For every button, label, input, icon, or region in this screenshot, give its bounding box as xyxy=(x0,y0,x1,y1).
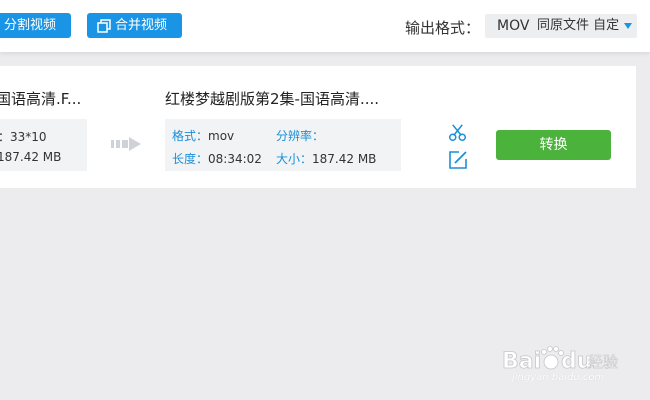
watermark-url: jingyan.baidu.com xyxy=(512,372,605,383)
convert-button[interactable]: 转换 xyxy=(496,130,611,160)
arrow-right-icon xyxy=(111,137,141,151)
output-info-box: 格式：mov 分辨率： 长度：08:34:02 大小：187.42 MB xyxy=(165,119,401,171)
output-format-key: 格式： xyxy=(172,129,209,143)
output-resolution-key: 分辨率： xyxy=(276,129,325,143)
source-resolution-value: 33*10 xyxy=(10,130,47,144)
output-duration-value: 08:34:02 xyxy=(208,152,262,166)
output-format-label: 输出格式： xyxy=(405,19,481,37)
watermark-jingyan-text: 经验 xyxy=(588,353,618,371)
source-size: 187.42 MB xyxy=(0,150,61,164)
watermark-bai-text: Bai xyxy=(502,349,541,374)
source-info-box: ：33*10 187.42 MB xyxy=(0,119,87,171)
output-size-key: 大小： xyxy=(276,152,313,166)
source-size-value: 187.42 MB xyxy=(0,150,62,164)
scissors-icon[interactable] xyxy=(448,123,467,142)
output-resolution-info: 分辨率： xyxy=(276,127,324,144)
dropdown-arrow-icon xyxy=(624,23,632,29)
output-duration-info: 长度：08:34:02 xyxy=(172,150,262,167)
edit-icon[interactable] xyxy=(448,150,468,170)
output-format-value: MOV xyxy=(497,18,530,34)
merge-icon xyxy=(97,19,111,33)
output-format-select[interactable]: MOV 同原文件 自定 xyxy=(485,14,637,38)
output-file-title: 红楼梦越剧版第2集-国语高清.... xyxy=(165,90,380,108)
output-size-value: 187.42 MB xyxy=(312,152,377,166)
merge-video-label: 合并视频 xyxy=(115,18,168,33)
split-video-label: 分割视频 xyxy=(4,18,57,33)
source-resolution-colon: ： xyxy=(0,130,10,144)
convert-label: 转换 xyxy=(539,137,568,153)
output-format-option-text: 同原文件 自定 xyxy=(537,18,620,33)
source-file-title: 国语高清.F... xyxy=(0,90,82,108)
conversion-task-card: 国语高清.F... ：33*10 187.42 MB 红楼梦越剧版第2集-国语高… xyxy=(0,66,636,188)
output-format-info: 格式：mov xyxy=(172,127,234,144)
output-format-info-value: mov xyxy=(208,129,235,143)
split-video-button[interactable]: 分割视频 xyxy=(0,13,71,38)
dropdown-toggle[interactable] xyxy=(621,14,637,38)
toolbar: 分割视频 合并视频 输出格式： MOV 同原文件 自定 xyxy=(0,0,650,52)
source-resolution: ：33*10 xyxy=(0,128,47,145)
merge-video-button[interactable]: 合并视频 xyxy=(87,13,182,38)
output-size-info: 大小：187.42 MB xyxy=(276,150,376,167)
output-duration-key: 长度： xyxy=(172,152,209,166)
